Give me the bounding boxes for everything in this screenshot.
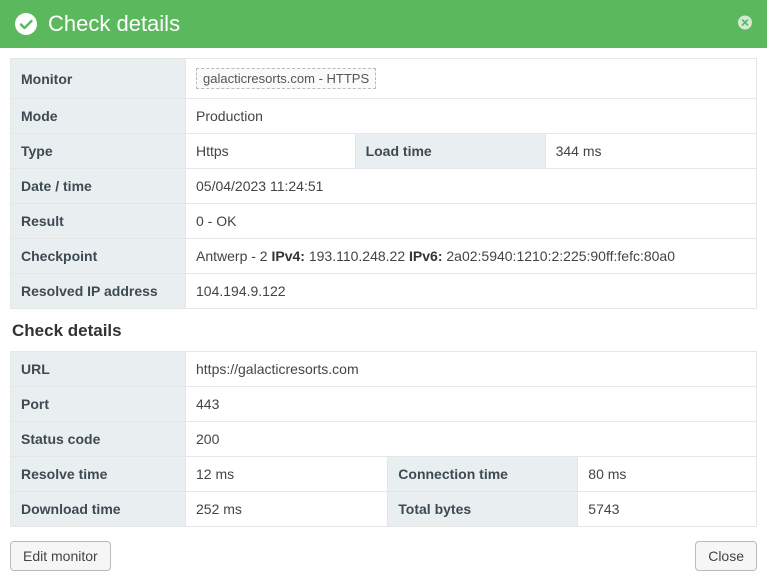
monitor-link[interactable]: galacticresorts.com - HTTPS — [196, 68, 376, 89]
type-value: Https — [186, 134, 356, 169]
loadtime-label: Load time — [355, 134, 545, 169]
checkpoint-prefix: Antwerp - 2 — [196, 248, 271, 264]
summary-table: Monitor galacticresorts.com - HTTPS Mode… — [10, 58, 757, 309]
dialog-footer: Edit monitor Close — [0, 531, 767, 581]
section-title: Check details — [12, 321, 757, 341]
resolvedip-label: Resolved IP address — [11, 274, 186, 309]
close-icon[interactable] — [737, 15, 753, 34]
monitor-value-cell: galacticresorts.com - HTTPS — [186, 59, 757, 99]
loadtime-value: 344 ms — [545, 134, 756, 169]
resolvedip-value: 104.194.9.122 — [186, 274, 757, 309]
mode-value: Production — [186, 99, 757, 134]
ipv6-label: IPv6: — [409, 248, 442, 264]
datetime-value: 05/04/2023 11:24:51 — [186, 169, 757, 204]
resolve-value: 12 ms — [186, 457, 388, 492]
mode-label: Mode — [11, 99, 186, 134]
result-value: 0 - OK — [186, 204, 757, 239]
port-value: 443 — [186, 387, 757, 422]
monitor-label: Monitor — [11, 59, 186, 99]
ipv4-value: 193.110.248.22 — [305, 248, 409, 264]
status-label: Status code — [11, 422, 186, 457]
status-value: 200 — [186, 422, 757, 457]
check-circle-icon — [14, 12, 38, 36]
type-label: Type — [11, 134, 186, 169]
result-label: Result — [11, 204, 186, 239]
dialog-title: Check details — [48, 11, 180, 37]
totalbytes-label: Total bytes — [388, 492, 578, 527]
ipv6-value: 2a02:5940:1210:2:225:90ff:fefc:80a0 — [442, 248, 675, 264]
ipv4-label: IPv4: — [271, 248, 304, 264]
checkpoint-value: Antwerp - 2 IPv4: 193.110.248.22 IPv6: 2… — [186, 239, 757, 274]
close-button[interactable]: Close — [695, 541, 757, 571]
resolve-label: Resolve time — [11, 457, 186, 492]
connect-value: 80 ms — [578, 457, 757, 492]
checkpoint-label: Checkpoint — [11, 239, 186, 274]
dialog-header: Check details — [0, 0, 767, 48]
details-table: URL https://galacticresorts.com Port 443… — [10, 351, 757, 527]
port-label: Port — [11, 387, 186, 422]
datetime-label: Date / time — [11, 169, 186, 204]
download-value: 252 ms — [186, 492, 388, 527]
url-label: URL — [11, 352, 186, 387]
totalbytes-value: 5743 — [578, 492, 757, 527]
url-value: https://galacticresorts.com — [186, 352, 757, 387]
download-label: Download time — [11, 492, 186, 527]
edit-monitor-button[interactable]: Edit monitor — [10, 541, 111, 571]
dialog-content: Monitor galacticresorts.com - HTTPS Mode… — [0, 48, 767, 549]
connect-label: Connection time — [388, 457, 578, 492]
